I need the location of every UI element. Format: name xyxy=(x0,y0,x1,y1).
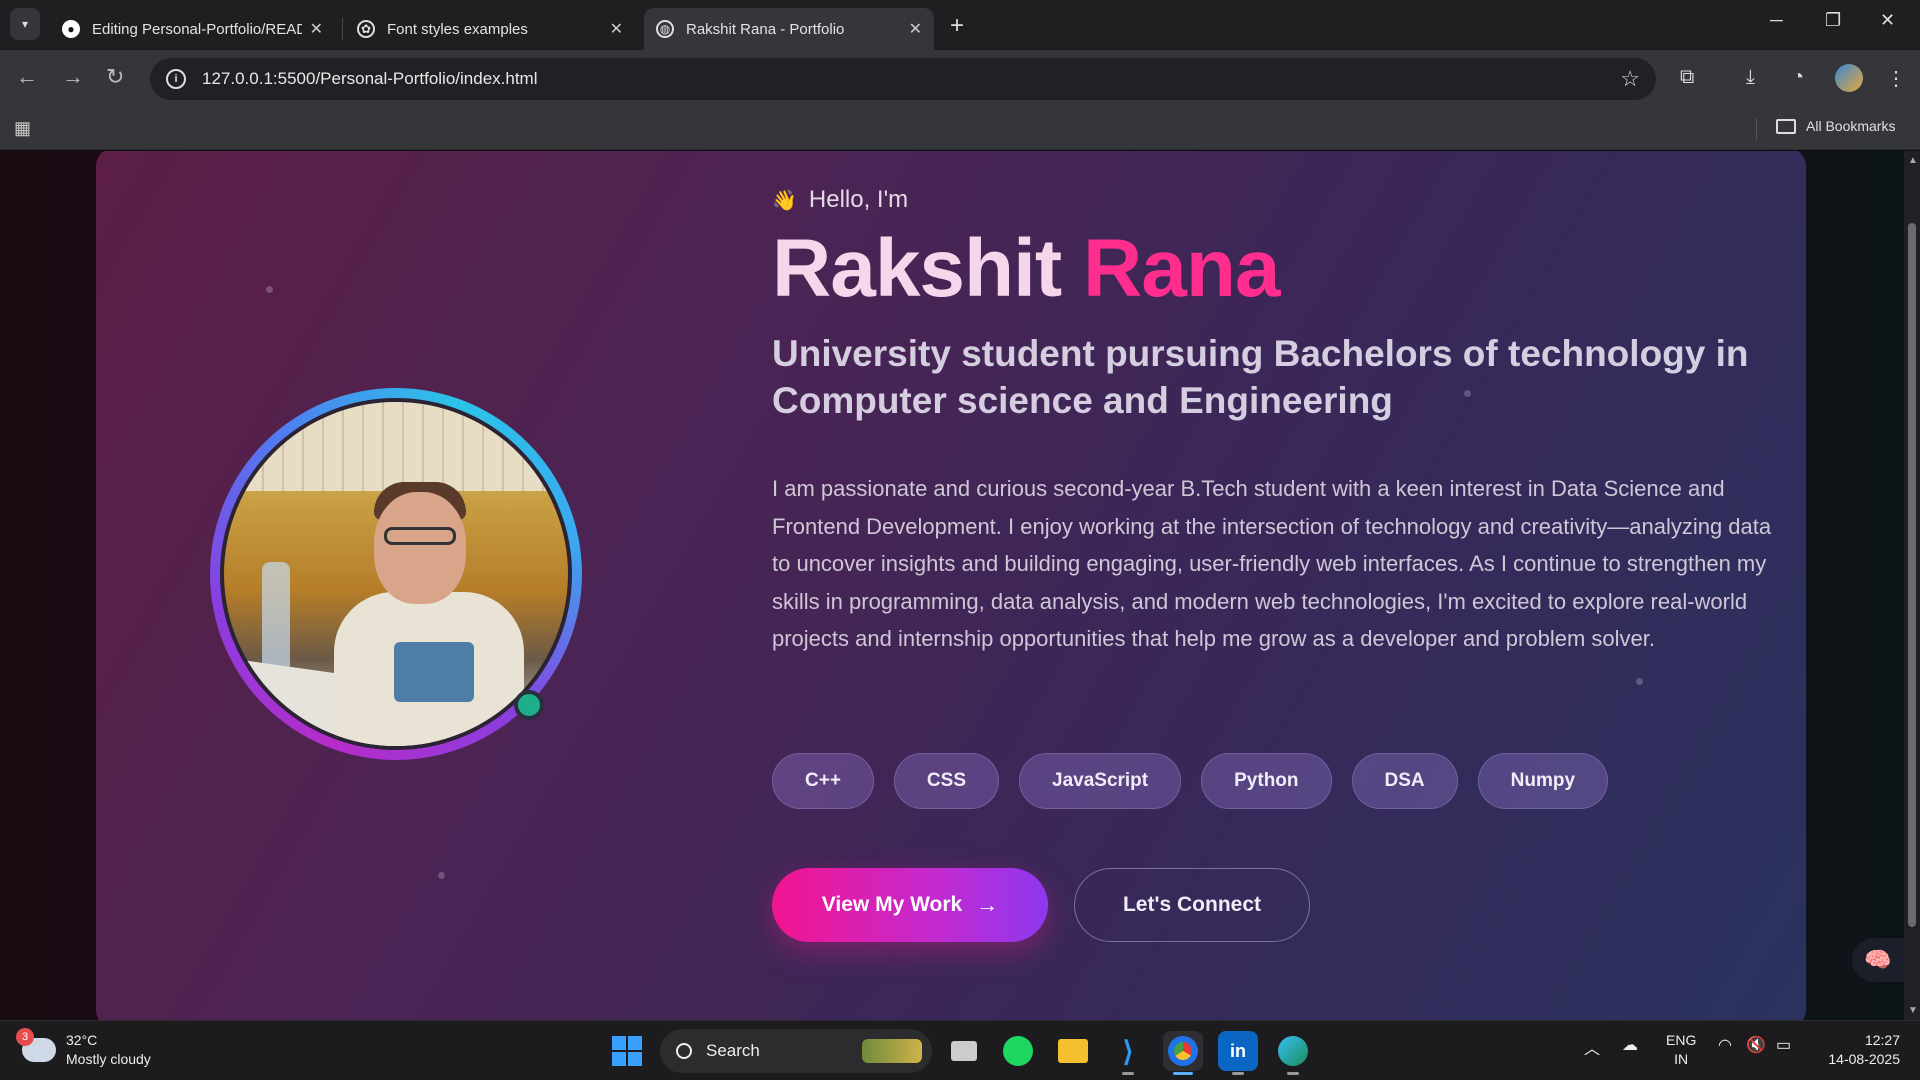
weather-text: 32°C Mostly cloudy xyxy=(66,1031,151,1069)
profile-avatar[interactable] xyxy=(1835,64,1863,92)
skill-chip: JavaScript xyxy=(1019,753,1182,809)
skills-list: C++ CSS JavaScript Python DSA Numpy xyxy=(772,753,1609,809)
hero-section: 👋 Hello, I'm Rakshit Rana University stu… xyxy=(96,151,1806,1020)
tab-bar: ▾ ● Editing Personal-Portfolio/READ ✕ ✿ … xyxy=(0,0,1920,50)
scroll-thumb[interactable] xyxy=(1908,223,1916,927)
menu-icon[interactable]: ⋮ xyxy=(1886,66,1906,91)
skill-chip: Python xyxy=(1201,753,1332,809)
edge-icon[interactable] xyxy=(1273,1031,1313,1075)
tab-title: Editing Personal-Portfolio/READ xyxy=(92,20,302,38)
last-name: Rana xyxy=(1083,223,1281,314)
close-tab-icon[interactable]: ✕ xyxy=(909,19,922,39)
tab-font-styles[interactable]: ✿ Font styles examples ✕ xyxy=(345,8,635,50)
online-status-dot xyxy=(514,690,544,720)
weather-widget[interactable]: 3 32°C Mostly cloudy xyxy=(16,1028,151,1069)
forward-icon[interactable]: → xyxy=(62,64,84,90)
greeting-text: Hello, I'm xyxy=(808,186,909,213)
wifi-icon[interactable]: ◠ xyxy=(1718,1035,1732,1055)
cloud-icon: 3 xyxy=(16,1028,56,1062)
address-bar[interactable]: i 127.0.0.1:5500/Personal-Portfolio/inde… xyxy=(150,58,1656,100)
weather-condition: Mostly cloudy xyxy=(66,1051,151,1067)
browser-toolbar: ← → ↻ i 127.0.0.1:5500/Personal-Portfoli… xyxy=(0,50,1920,108)
language-code: ENG xyxy=(1666,1032,1697,1048)
clock-time: 12:27 xyxy=(1864,1032,1900,1048)
waving-hand-icon: 👋 xyxy=(772,189,797,212)
scroll-down-icon[interactable]: ▼ xyxy=(1908,1005,1918,1016)
task-view-icon[interactable] xyxy=(944,1031,984,1071)
arrow-right-icon: → xyxy=(976,892,999,917)
globe-icon: ◍ xyxy=(656,20,674,38)
battery-icon[interactable]: ▭ xyxy=(1776,1035,1791,1055)
tab-title: Rakshit Rana - Portfolio xyxy=(686,20,845,38)
bookmark-star-icon[interactable]: ☆ xyxy=(1620,66,1640,92)
brain-assistant-icon[interactable]: 🧠 xyxy=(1852,938,1904,982)
first-name: Rakshit xyxy=(772,223,1062,314)
show-hidden-icons[interactable]: ︿ xyxy=(1584,1035,1600,1059)
url-text: 127.0.0.1:5500/Personal-Portfolio/index.… xyxy=(202,69,538,88)
start-button[interactable] xyxy=(612,1036,642,1066)
decorative-dot xyxy=(1636,678,1643,685)
file-explorer-icon[interactable] xyxy=(1053,1031,1093,1071)
all-bookmarks-label: All Bookmarks xyxy=(1806,118,1896,134)
tab-divider xyxy=(342,18,343,40)
bookmarks-divider xyxy=(1756,118,1757,140)
github-icon: ● xyxy=(62,20,80,38)
search-label: Search xyxy=(706,1041,760,1060)
tab-portfolio[interactable]: ◍ Rakshit Rana - Portfolio ✕ xyxy=(644,8,934,50)
hero-subtitle: University student pursuing Bachelors of… xyxy=(772,333,1749,421)
scroll-up-icon[interactable]: ▲ xyxy=(1908,155,1918,166)
search-icon xyxy=(676,1043,692,1059)
temperature: 32°C xyxy=(66,1032,98,1048)
all-bookmarks-button[interactable]: All Bookmarks xyxy=(1776,118,1895,134)
skill-chip: C++ xyxy=(772,753,874,809)
restore-icon[interactable]: ❐ xyxy=(1825,10,1841,31)
hero-name: Rakshit Rana xyxy=(772,223,1281,314)
extensions-icon[interactable]: ⧉ xyxy=(1680,66,1694,89)
volume-muted-icon[interactable]: 🔇 xyxy=(1746,1035,1766,1055)
close-tab-icon[interactable]: ✕ xyxy=(310,19,323,39)
page-scrollbar[interactable]: ▲ ▼ xyxy=(1904,151,1920,1020)
skill-chip: DSA xyxy=(1351,753,1458,809)
chrome-icon[interactable] xyxy=(1163,1031,1203,1075)
tab-search-button[interactable]: ▾ xyxy=(10,8,40,40)
download-icon[interactable]: ⤓ xyxy=(1746,66,1755,89)
onedrive-icon[interactable]: ☁ xyxy=(1622,1035,1638,1055)
page-viewport: 👋 Hello, I'm Rakshit Rana University stu… xyxy=(0,151,1904,1020)
new-tab-icon[interactable]: + xyxy=(950,12,964,40)
view-my-work-label: View My Work xyxy=(821,893,963,916)
apps-grid-icon[interactable]: ▦ xyxy=(14,118,31,139)
minimize-icon[interactable]: ─ xyxy=(1770,10,1783,31)
lets-connect-button[interactable]: Let's Connect xyxy=(1074,868,1310,942)
windows-taskbar: 3 32°C Mostly cloudy Search ⟩ in ︿ ☁ ENG… xyxy=(0,1020,1920,1080)
language-indicator[interactable]: ENG IN xyxy=(1666,1031,1696,1069)
greeting: 👋 Hello, I'm xyxy=(772,186,908,214)
close-tab-icon[interactable]: ✕ xyxy=(610,19,623,39)
back-icon[interactable]: ← xyxy=(16,64,38,90)
decorative-dot xyxy=(266,286,273,293)
tab-github[interactable]: ● Editing Personal-Portfolio/READ ✕ xyxy=(50,8,335,50)
search-highlight-image xyxy=(862,1039,922,1063)
hero-bio: I am passionate and curious second-year … xyxy=(772,476,1772,651)
view-my-work-button[interactable]: View My Work → xyxy=(772,868,1048,942)
linkedin-icon[interactable]: in xyxy=(1218,1031,1258,1075)
tab-title: Font styles examples xyxy=(387,20,528,38)
site-info-icon[interactable]: i xyxy=(166,69,186,89)
openai-icon: ✿ xyxy=(357,20,375,38)
vscode-icon[interactable]: ⟩ xyxy=(1108,1031,1148,1075)
notification-badge: 3 xyxy=(16,1028,34,1046)
performance-icon[interactable]: ◔ xyxy=(1792,66,1804,89)
lets-connect-label: Let's Connect xyxy=(1122,893,1261,916)
folder-icon xyxy=(1776,118,1796,134)
clock-date: 14-08-2025 xyxy=(1828,1051,1900,1067)
bookmarks-bar: ▦ All Bookmarks xyxy=(0,108,1920,150)
spotify-icon[interactable] xyxy=(998,1031,1038,1071)
skill-chip: Numpy xyxy=(1477,753,1609,809)
reload-icon[interactable]: ↻ xyxy=(106,64,124,90)
decorative-dot xyxy=(438,872,445,879)
close-window-icon[interactable]: ✕ xyxy=(1880,10,1895,31)
system-clock[interactable]: 12:27 14-08-2025 xyxy=(1818,1031,1900,1069)
skill-chip: CSS xyxy=(893,753,999,809)
region-code: IN xyxy=(1674,1051,1689,1067)
taskbar-search[interactable]: Search xyxy=(660,1029,932,1073)
